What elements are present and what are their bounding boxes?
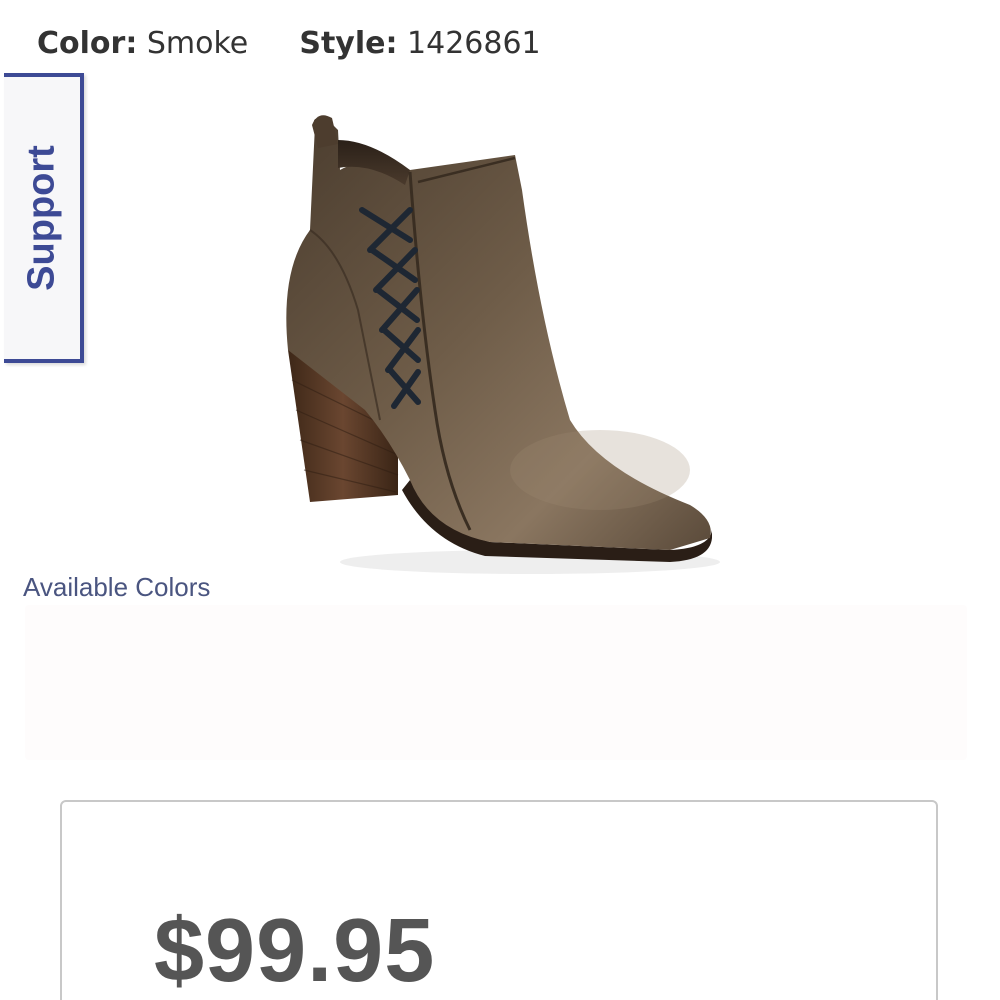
style-value: 1426861 bbox=[407, 26, 541, 61]
product-image[interactable] bbox=[270, 110, 730, 580]
available-colors-label: Available Colors bbox=[23, 572, 211, 602]
price-amount: $99.95 bbox=[154, 901, 436, 1000]
color-value: Smoke bbox=[146, 26, 249, 61]
support-tab-label: Support bbox=[20, 145, 63, 291]
color-label: Color: bbox=[37, 26, 138, 61]
price-card: $99.95 bbox=[60, 800, 938, 1000]
ankle-boot-image bbox=[286, 115, 720, 574]
product-page: Color: Smoke Style: 1426861 Support Avai… bbox=[0, 0, 1000, 1000]
support-tab-button[interactable]: Support bbox=[4, 73, 84, 363]
color-swatch-area bbox=[25, 605, 967, 760]
style-label: Style: bbox=[299, 26, 398, 61]
product-meta-line: Color: Smoke Style: 1426861 bbox=[37, 26, 541, 61]
